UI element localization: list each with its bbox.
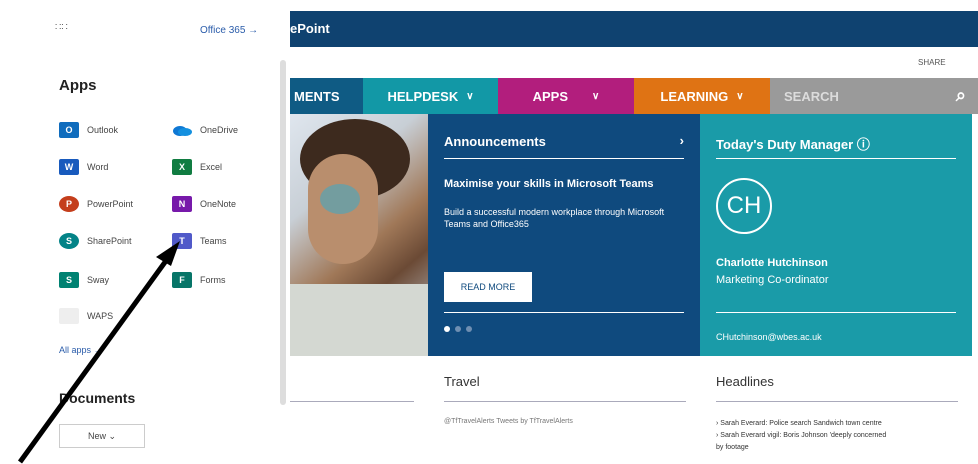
annotation-arrow bbox=[17, 241, 180, 464]
